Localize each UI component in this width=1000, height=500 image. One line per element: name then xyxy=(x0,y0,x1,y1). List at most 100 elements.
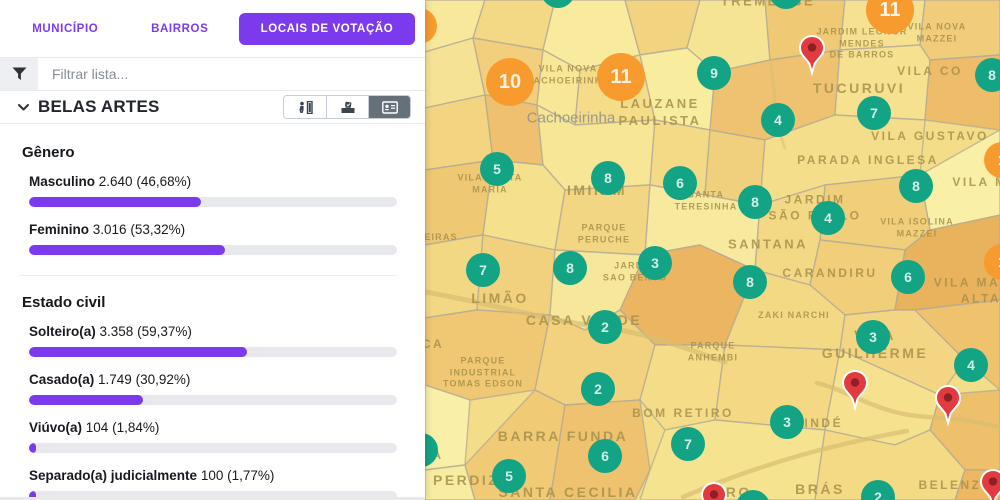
stat-item: Separado(a) judicialmente 100 (1,77%) xyxy=(29,468,397,500)
map-district-label: Cachoeirinha xyxy=(526,109,616,127)
stat-bar-fill xyxy=(29,245,226,255)
map-pin[interactable] xyxy=(699,481,729,500)
cluster-marker-green[interactable]: 6 xyxy=(891,260,925,294)
stat-pct: (1,77%) xyxy=(227,468,275,483)
stat-pct: (46,68%) xyxy=(136,174,192,189)
stat-bar-track xyxy=(29,395,397,405)
stat-value: 3.358 xyxy=(99,324,134,339)
cluster-marker-green[interactable]: 8 xyxy=(591,161,625,195)
map-area-label: ZAKI NARCHI xyxy=(758,310,830,321)
map-area-label: TUCURUVI xyxy=(812,79,906,96)
stat-bar-track xyxy=(29,443,397,453)
cluster-marker-green[interactable]: 6 xyxy=(588,439,622,473)
cluster-marker-green[interactable]: 4 xyxy=(811,201,845,235)
stat-item: Solteiro(a) 3.358 (59,37%) xyxy=(29,324,397,357)
filter-bar xyxy=(0,58,425,91)
tab-locais-de-votacao[interactable]: LOCAIS DE VOTAÇÃO xyxy=(239,12,415,45)
stat-bar-track xyxy=(29,197,397,207)
map-area-label: PARQUE INDUSTRIAL TOMAS EDSON xyxy=(442,355,524,389)
map-area-label: PARQUE ANHEMBI xyxy=(687,340,739,362)
chevron-down-icon[interactable] xyxy=(18,103,29,111)
tab-bairros[interactable]: BAIRROS xyxy=(125,14,236,44)
filter-input[interactable] xyxy=(38,58,425,90)
cluster-marker-green[interactable]: 8 xyxy=(553,251,587,285)
map-area-label: CA xyxy=(425,337,445,352)
ballot-box-view-button[interactable] xyxy=(326,96,368,118)
map-area-label: VILA GUSTAVO xyxy=(871,129,989,144)
map-pin[interactable] xyxy=(978,468,1000,500)
map-pin[interactable] xyxy=(933,384,963,431)
map-area-label: BOM RETIRO xyxy=(632,406,734,421)
election-map-app: MUNICÍPIO BAIRROS LOCAIS DE VOTAÇÃO BELA… xyxy=(0,0,1000,500)
stat-label: Casado(a) xyxy=(29,372,95,387)
map-canvas[interactable]: TREMEMBÉ VILA NOVA CACHOEIRINHA Cachoeirin… xyxy=(425,0,1000,500)
cluster-marker-green[interactable]: 3 xyxy=(856,320,890,354)
section-divider xyxy=(20,275,397,276)
cluster-marker-green[interactable]: 4 xyxy=(761,103,795,137)
stat-bar-fill xyxy=(29,443,36,453)
map-area-label: BRÁS xyxy=(795,480,845,497)
stat-pct: (1,84%) xyxy=(112,420,160,435)
sidebar: MUNICÍPIO BAIRROS LOCAIS DE VOTAÇÃO BELA… xyxy=(0,0,425,500)
stat-item: Masculino 2.640 (46,68%) xyxy=(29,174,397,207)
cluster-marker-green[interactable]: 8 xyxy=(738,185,772,219)
stat-pct: (30,92%) xyxy=(135,372,191,387)
cluster-marker-green[interactable]: 4 xyxy=(954,348,988,382)
stat-bar-track xyxy=(29,245,397,255)
cluster-marker-green[interactable]: 5 xyxy=(492,459,526,493)
stat-label: Viúvo(a) xyxy=(29,420,83,435)
stat-label: Masculino xyxy=(29,174,96,189)
cluster-marker-green[interactable]: 7 xyxy=(671,427,705,461)
map-area-label: VILA CO xyxy=(897,64,963,79)
voters-view-button[interactable] xyxy=(284,96,326,118)
stat-bar-fill xyxy=(29,197,201,207)
tab-bar: MUNICÍPIO BAIRROS LOCAIS DE VOTAÇÃO xyxy=(0,0,425,58)
cluster-marker-green[interactable]: 7 xyxy=(466,253,500,287)
map-area-label: PARADA INGLESA xyxy=(797,153,939,168)
stat-item: Viúvo(a) 104 (1,84%) xyxy=(29,420,397,453)
cluster-marker-green[interactable]: 2 xyxy=(581,372,615,406)
cluster-marker-orange[interactable]: 10 xyxy=(486,58,534,106)
stat-value: 3.016 xyxy=(92,222,127,237)
map-area-label: EIRAS xyxy=(425,232,458,243)
tab-municipio[interactable]: MUNICÍPIO xyxy=(10,14,121,44)
id-card-view-button[interactable] xyxy=(368,96,410,118)
map-area-label: TREMEMBÉ xyxy=(720,0,816,9)
section-title: BELAS ARTES xyxy=(38,97,160,116)
map-area-label: VILA MARIA ALTA xyxy=(933,275,1000,305)
stat-group-title: Gênero xyxy=(22,144,75,161)
stat-item: Casado(a) 1.749 (30,92%) xyxy=(29,372,397,405)
stat-label: Feminino xyxy=(29,222,89,237)
map-area-label: PARQUE PERUCHE xyxy=(577,222,631,244)
map-area-label: SANTANA xyxy=(727,236,809,252)
map-area-label: CARANDIRU xyxy=(782,266,878,281)
filter-funnel-icon xyxy=(0,58,38,90)
cluster-marker-green[interactable]: 2 xyxy=(588,310,622,344)
stat-pct: (59,37%) xyxy=(137,324,192,339)
map-area-label: VILA NOVA MAZZEI xyxy=(907,21,967,43)
cluster-marker-green[interactable]: 6 xyxy=(663,166,697,200)
cluster-marker-green[interactable]: 8 xyxy=(733,265,767,299)
cluster-marker-orange[interactable]: 11 xyxy=(597,53,645,101)
stat-label: Separado(a) judicialmente xyxy=(29,468,198,483)
stat-value: 1.749 xyxy=(98,372,132,387)
cluster-marker-green[interactable]: 9 xyxy=(697,56,731,90)
stat-bar-fill xyxy=(29,347,248,357)
map-pin[interactable] xyxy=(797,34,827,81)
section-header: BELAS ARTES xyxy=(0,91,425,124)
map-pin[interactable] xyxy=(840,369,870,416)
cluster-marker-green[interactable]: 5 xyxy=(480,152,514,186)
view-toggle-group xyxy=(283,95,411,119)
stat-value: 104 xyxy=(85,420,109,435)
map-area-label: VILA M xyxy=(952,175,1000,190)
map-area-label: VILA ISOLINA MAZZEI xyxy=(880,216,954,238)
cluster-marker-green[interactable]: 3 xyxy=(770,405,804,439)
cluster-marker-green[interactable]: 3 xyxy=(638,246,672,280)
stat-value: 100 xyxy=(200,468,224,483)
stat-group-title: Estado civil xyxy=(22,294,106,311)
stat-item: Feminino 3.016 (53,32%) xyxy=(29,222,397,255)
stat-bar-track xyxy=(29,347,397,357)
cluster-marker-green[interactable]: 8 xyxy=(899,169,933,203)
stats-panel: Gênero Masculino 2.640 (46,68%) Feminino… xyxy=(0,124,425,500)
cluster-marker-green[interactable]: 7 xyxy=(857,96,891,130)
